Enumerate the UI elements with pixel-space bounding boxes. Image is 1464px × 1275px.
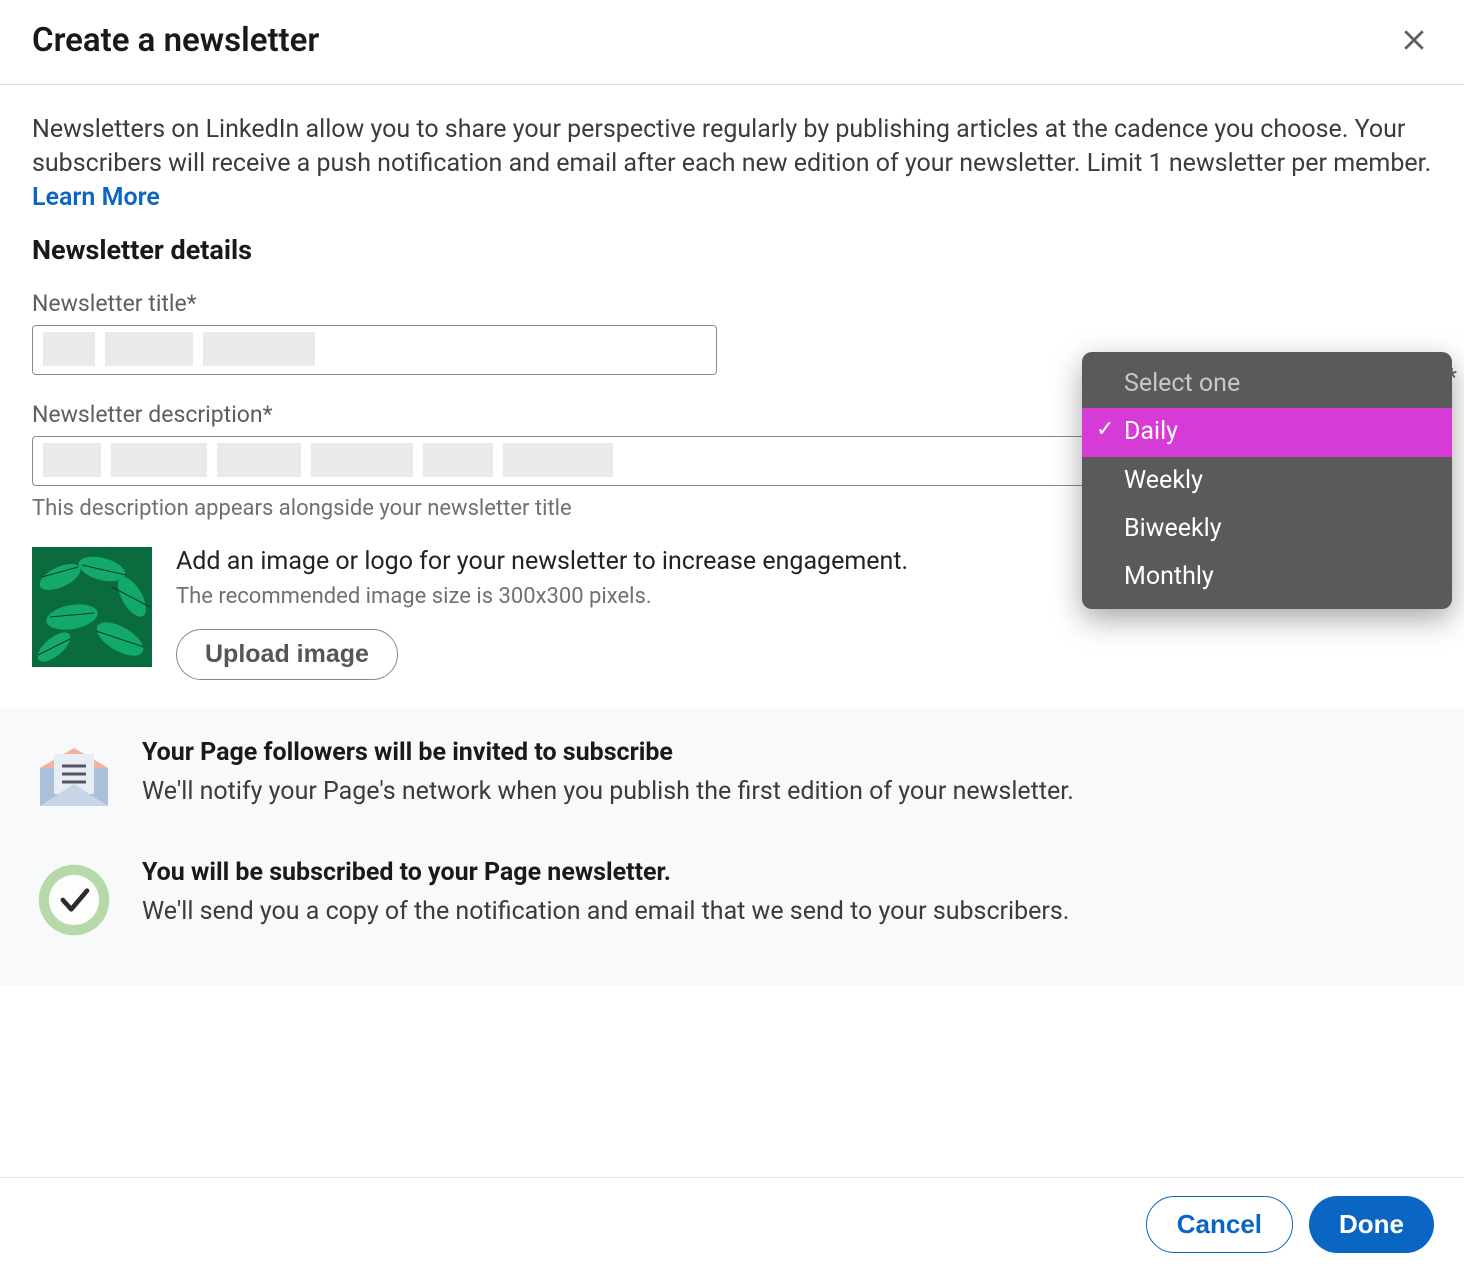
redacted-text bbox=[217, 443, 301, 477]
title-label: Newsletter title* bbox=[32, 290, 717, 317]
cadence-option-monthly[interactable]: Monthly bbox=[1082, 553, 1452, 601]
notice-body: We'll notify your Page's network when yo… bbox=[142, 777, 1074, 806]
image-recommended: The recommended image size is 300x300 pi… bbox=[176, 584, 908, 609]
cadence-option-weekly[interactable]: Weekly bbox=[1082, 457, 1452, 505]
intro-body: Newsletters on LinkedIn allow you to sha… bbox=[32, 115, 1431, 178]
redacted-text bbox=[503, 443, 613, 477]
notice-title: Your Page followers will be invited to s… bbox=[142, 738, 1074, 767]
modal-title: Create a newsletter bbox=[32, 21, 319, 60]
modal-header: Create a newsletter bbox=[0, 0, 1464, 85]
cadence-dropdown[interactable]: Select one Daily Weekly Biweekly Monthly bbox=[1082, 352, 1452, 609]
newsletter-image-thumbnail[interactable] bbox=[32, 547, 152, 667]
cadence-option-placeholder[interactable]: Select one bbox=[1082, 360, 1452, 408]
cadence-option-daily[interactable]: Daily bbox=[1082, 408, 1452, 456]
redacted-text bbox=[423, 443, 493, 477]
section-title: Newsletter details bbox=[32, 234, 1432, 266]
modal-footer: Cancel Done bbox=[0, 1177, 1464, 1275]
redacted-text bbox=[203, 332, 315, 366]
envelope-icon bbox=[32, 738, 116, 822]
learn-more-link[interactable]: Learn More bbox=[32, 183, 160, 212]
intro-text: Newsletters on LinkedIn allow you to sha… bbox=[32, 113, 1432, 214]
redacted-text bbox=[311, 443, 413, 477]
notice-subscribed: You will be subscribed to your Page news… bbox=[32, 858, 1432, 942]
redacted-text bbox=[43, 332, 95, 366]
image-headline: Add an image or logo for your newsletter… bbox=[176, 547, 908, 576]
notice-title: You will be subscribed to your Page news… bbox=[142, 858, 1069, 887]
done-button[interactable]: Done bbox=[1309, 1196, 1434, 1253]
redacted-text bbox=[43, 443, 101, 477]
close-icon bbox=[1399, 25, 1429, 55]
close-button[interactable] bbox=[1394, 20, 1434, 60]
notice-followers: Your Page followers will be invited to s… bbox=[32, 738, 1432, 822]
redacted-text bbox=[111, 443, 207, 477]
check-circle-icon bbox=[35, 861, 113, 939]
notice-body: We'll send you a copy of the notificatio… bbox=[142, 897, 1069, 926]
redacted-text bbox=[105, 332, 193, 366]
cancel-button[interactable]: Cancel bbox=[1146, 1196, 1293, 1253]
upload-image-button[interactable]: Upload image bbox=[176, 629, 398, 680]
title-input[interactable] bbox=[32, 325, 717, 375]
cadence-option-biweekly[interactable]: Biweekly bbox=[1082, 505, 1452, 553]
leaf-image-icon bbox=[32, 547, 152, 667]
